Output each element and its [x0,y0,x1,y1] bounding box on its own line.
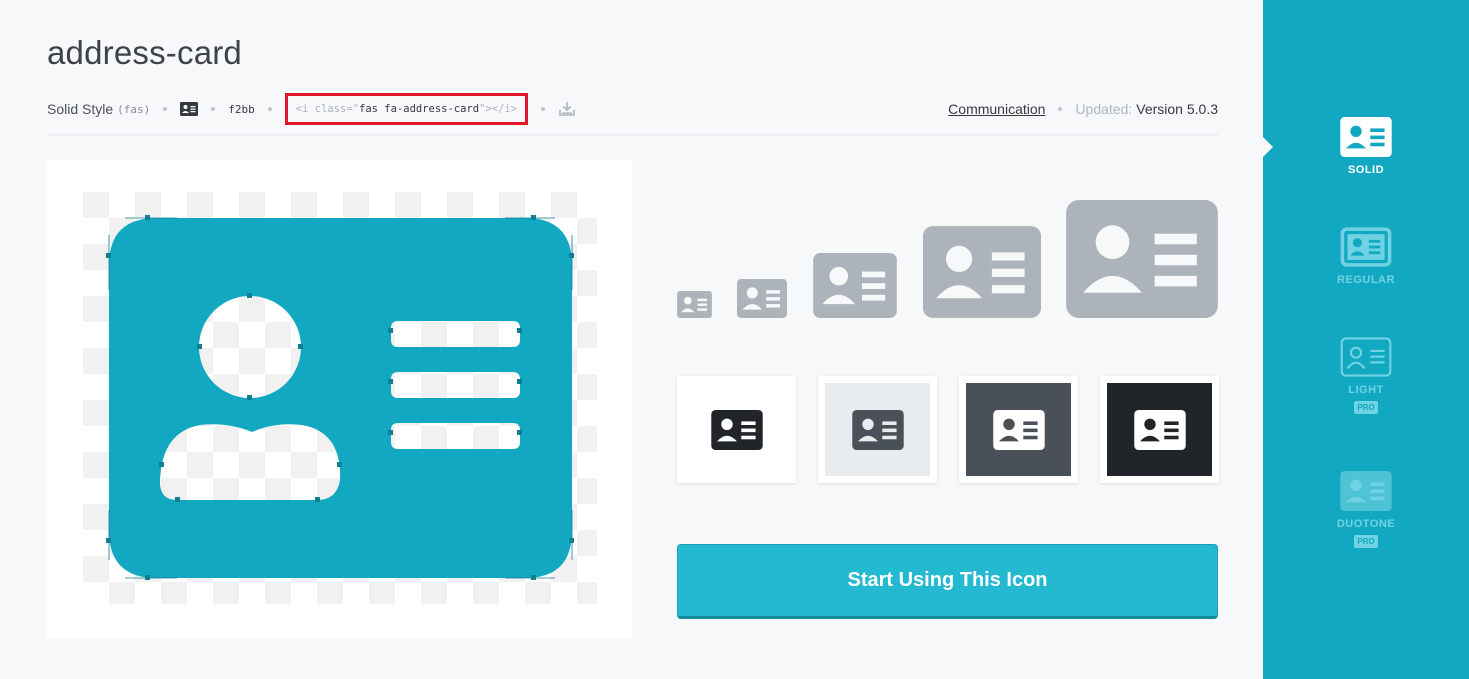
style-sidebar: SOLID REGULAR LIGHT PRO DUOTONE PRO [1263,0,1469,679]
version-value: Version 5.0.3 [1136,101,1218,117]
address-card-xs-icon [677,291,712,318]
style-option-light[interactable]: LIGHT PRO [1263,337,1469,414]
address-card-glyph-icon[interactable] [180,102,199,116]
pro-badge: PRO [1354,535,1378,548]
address-card-icon [992,409,1045,450]
category-link[interactable]: Communication [948,101,1045,117]
icon-meta-bar: Solid Style (fas) f2bb <i class=" fas fa-… [47,93,1218,125]
swatch-black[interactable] [1100,376,1219,483]
separator-dot [163,107,168,111]
swatch-white[interactable] [677,376,796,483]
address-card-md-icon [813,253,897,318]
background-swatches [677,376,1219,483]
separator-dot [211,107,216,111]
style-label-light: LIGHT [1348,384,1384,396]
address-card-regular-icon [1340,227,1392,267]
page-title: address-card [47,34,242,71]
style-label: Solid Style [47,101,114,117]
address-card-icon [710,409,763,450]
style-option-duotone[interactable]: DUOTONE PRO [1263,471,1469,548]
start-using-icon-button[interactable]: Start Using This Icon [677,544,1218,619]
separator-dot [1058,107,1063,111]
icon-size-variants [677,188,1218,318]
main-content: address-card Solid Style (fas) f2bb <i c… [0,0,1263,679]
style-label-duotone: DUOTONE [1336,518,1396,530]
snippet-class: fas fa-address-card [359,103,480,115]
unicode-value[interactable]: f2bb [228,103,255,116]
separator-dot [541,107,546,111]
style-option-solid[interactable]: SOLID [1263,117,1469,176]
pro-badge: PRO [1354,401,1378,414]
html-snippet[interactable]: <i class=" fas fa-address-card "></i> [284,93,529,125]
style-label-solid: SOLID [1347,164,1385,176]
address-card-icon [1133,409,1186,450]
address-card-solid-icon [1340,117,1392,157]
style-label-regular: REGULAR [1337,274,1395,286]
swatch-dark-gray[interactable] [959,376,1078,483]
address-card-duotone-icon [1340,471,1392,511]
address-card-sm-icon [737,279,787,318]
separator-dot [267,107,272,111]
updated-label: Updated: [1075,101,1133,117]
style-option-regular[interactable]: REGULAR [1263,227,1469,286]
style-prefix: (fas) [117,102,151,116]
swatch-light-gray[interactable] [818,376,937,483]
snippet-open: <i class=" [295,103,359,115]
address-card-xl-icon [1066,200,1218,318]
address-card-light-icon [1340,337,1392,377]
icon-preview-canvas [47,160,632,638]
address-card-icon [851,409,904,450]
snippet-close: "></i> [479,103,518,115]
download-icon[interactable] [558,101,576,117]
address-card-large-icon [83,192,597,604]
header-divider [47,134,1218,136]
address-card-lg-icon [923,226,1041,318]
